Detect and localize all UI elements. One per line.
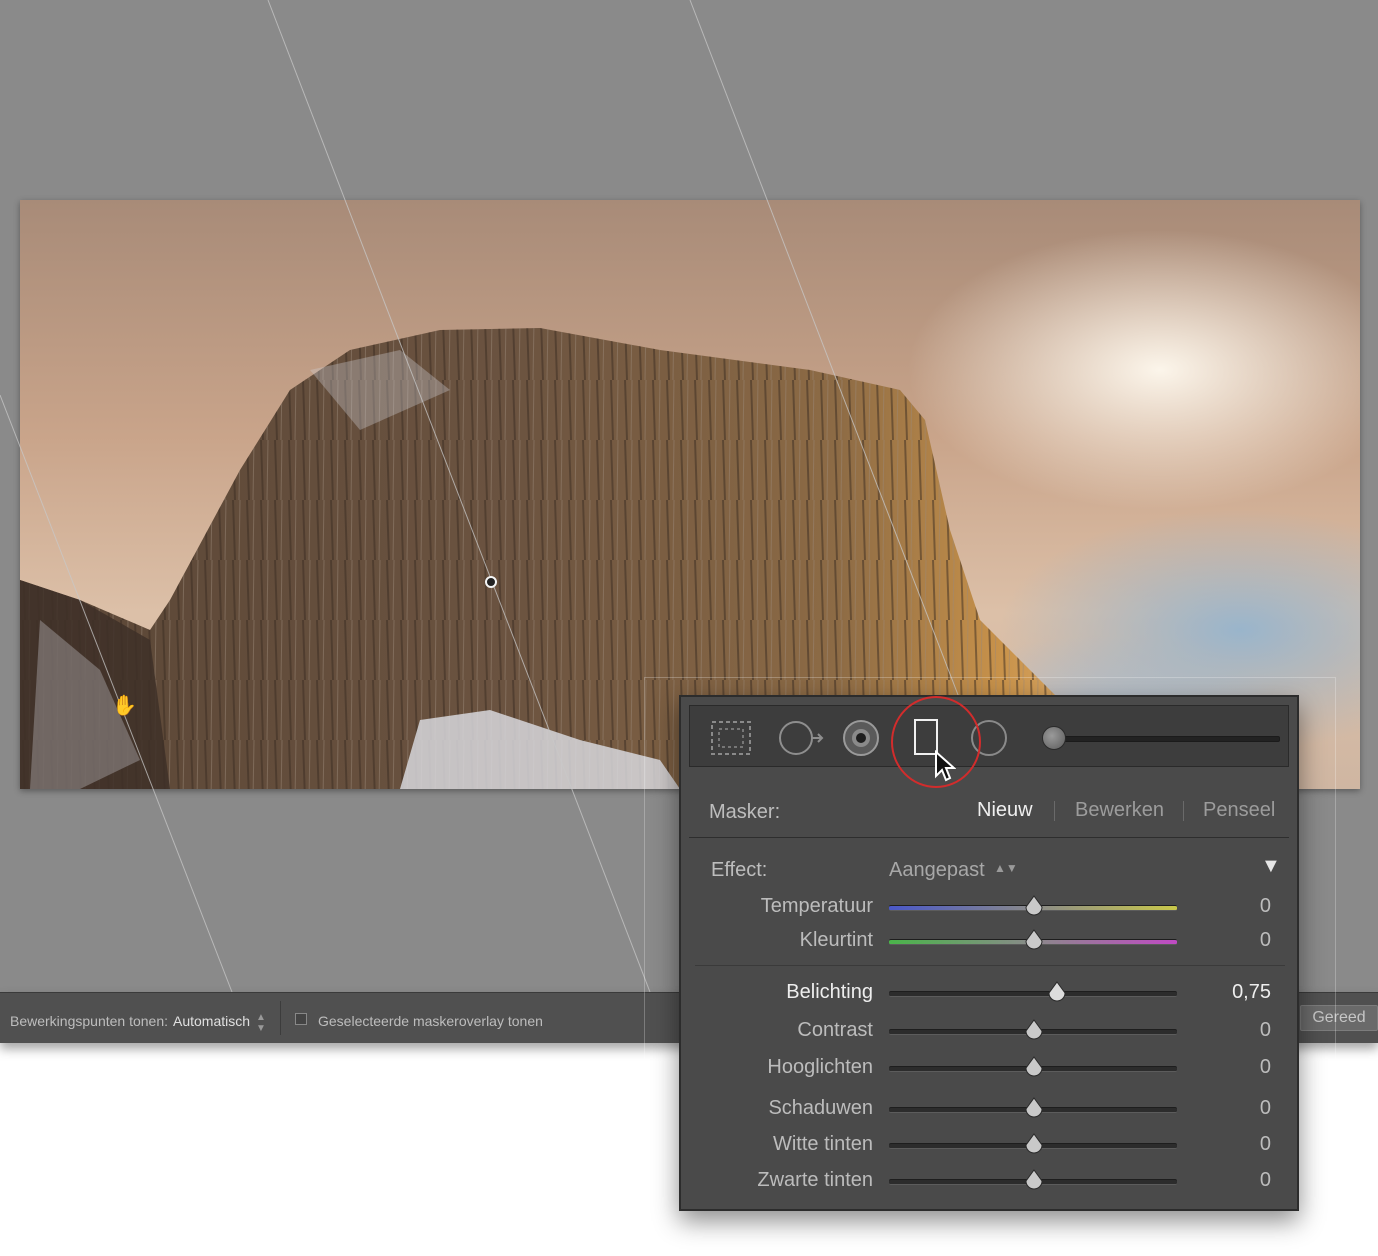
toolbar-divider [280, 1001, 281, 1035]
slider-value[interactable]: 0 [1260, 1169, 1271, 1192]
slider-value[interactable]: 0 [1260, 1019, 1271, 1042]
mask-row: Masker: Nieuw Bewerken Penseel [689, 779, 1289, 838]
crop-overlay-icon[interactable] [708, 718, 754, 758]
mask-overlay-label[interactable]: Geselecteerde maskeroverlay tonen [318, 1013, 543, 1029]
done-button[interactable]: Gereed [1300, 1005, 1378, 1031]
slider-label: Zwarte tinten [757, 1169, 873, 1191]
slider-highlights[interactable]: Hooglichten 0 [689, 1054, 1289, 1084]
slider-value[interactable]: 0 [1260, 1097, 1271, 1120]
slider-label: Hooglichten [767, 1056, 873, 1078]
slider-label: Contrast [797, 1019, 873, 1041]
slider-tint[interactable]: Kleurtint 0 [689, 927, 1289, 957]
slider-thumb[interactable] [1025, 1169, 1043, 1191]
slider-label: Temperatuur [760, 895, 873, 917]
slider-value[interactable]: 0 [1260, 895, 1271, 918]
amount-slider-track[interactable] [1052, 736, 1280, 742]
slider-blacks[interactable]: Zwarte tinten 0 [689, 1167, 1289, 1197]
slider-value[interactable]: 0 [1260, 1133, 1271, 1156]
tool-strip [689, 696, 1289, 788]
effect-label: Effect: [711, 859, 768, 881]
graduated-filter-panel: Masker: Nieuw Bewerken Penseel Effect: A… [679, 695, 1299, 1211]
amount-slider-knob[interactable] [1042, 726, 1066, 750]
slider-thumb[interactable] [1025, 929, 1043, 951]
edit-points-select[interactable]: Automatisch [173, 1013, 250, 1029]
slider-exposure[interactable]: Belichting 0,75 [689, 979, 1289, 1009]
hand-cursor-icon: ✋ [112, 695, 137, 717]
collapse-triangle-icon[interactable]: ▼ [1261, 855, 1281, 878]
slider-thumb[interactable] [1025, 1133, 1043, 1155]
mask-tab-divider [1054, 801, 1055, 821]
slider-label: Schaduwen [768, 1097, 873, 1119]
slider-temperature[interactable]: Temperatuur 0 [689, 893, 1289, 923]
slider-shadows[interactable]: Schaduwen 0 [689, 1095, 1289, 1125]
effect-row: Effect: Aangepast ▲▼ ▼ [689, 847, 1289, 887]
mask-tab-edit[interactable]: Bewerken [1075, 799, 1164, 822]
spot-removal-icon[interactable] [776, 718, 824, 758]
mask-tab-new[interactable]: Nieuw [977, 799, 1033, 822]
effect-select[interactable]: Aangepast [889, 859, 985, 882]
slider-contrast[interactable]: Contrast 0 [689, 1017, 1289, 1047]
slider-value[interactable]: 0 [1260, 1056, 1271, 1079]
select-arrows-icon[interactable]: ▲▼ [256, 1012, 266, 1034]
edit-points-label: Bewerkingspunten tonen: [10, 1013, 168, 1029]
graduated-filter-pin[interactable] [485, 576, 497, 588]
slider-whites[interactable]: Witte tinten 0 [689, 1131, 1289, 1161]
slider-thumb[interactable] [1048, 981, 1066, 1003]
mask-tab-brush[interactable]: Penseel [1203, 799, 1275, 822]
red-eye-icon[interactable] [838, 718, 884, 758]
section-divider [695, 965, 1285, 966]
slider-track[interactable] [889, 991, 1177, 997]
mask-overlay-checkbox[interactable] [295, 1013, 307, 1025]
slider-thumb[interactable] [1025, 895, 1043, 917]
slider-value[interactable]: 0,75 [1232, 981, 1271, 1004]
slider-label: Belichting [786, 981, 873, 1003]
mask-tab-divider [1183, 801, 1184, 821]
slider-thumb[interactable] [1025, 1056, 1043, 1078]
slider-value[interactable]: 0 [1260, 929, 1271, 952]
slider-label: Kleurtint [799, 929, 873, 951]
select-arrows-icon[interactable]: ▲▼ [994, 861, 1018, 875]
slider-thumb[interactable] [1025, 1019, 1043, 1041]
slider-thumb[interactable] [1025, 1097, 1043, 1119]
slider-label: Witte tinten [772, 1133, 873, 1155]
mask-label: Masker: [709, 801, 781, 823]
